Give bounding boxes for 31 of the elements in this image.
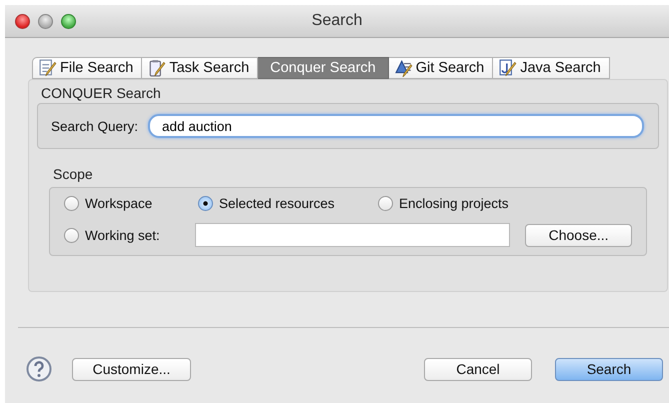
help-icon[interactable]	[26, 356, 52, 382]
radio-option[interactable]: Working set:	[64, 228, 198, 242]
zoom-button[interactable]	[61, 14, 76, 28]
radio-option[interactable]: Enclosing projects	[378, 196, 509, 211]
triangle-pencil-icon	[394, 59, 413, 77]
choose-button[interactable]: Choose...	[525, 224, 632, 246]
clipboard-pencil-icon	[148, 59, 166, 77]
document-pencil-icon	[39, 59, 57, 77]
window-title: Search	[312, 12, 362, 30]
radio-button[interactable]	[64, 196, 79, 211]
customize-button[interactable]: Customize...	[72, 358, 191, 380]
radio-option[interactable]: Workspace	[64, 196, 198, 211]
radio-button[interactable]	[64, 228, 79, 242]
section-heading: CONQUER Search	[40, 84, 162, 103]
radio-option[interactable]: Selected resources	[198, 196, 378, 211]
scope-heading: Scope	[52, 165, 94, 184]
search-query-field[interactable]: add auction	[148, 114, 644, 138]
working-set-field[interactable]	[194, 223, 510, 247]
document-pencil-icon	[499, 59, 518, 77]
tab[interactable]: Task Search	[142, 57, 258, 79]
tab[interactable]: Git Search	[388, 57, 494, 79]
radio-button[interactable]	[198, 196, 213, 211]
tab[interactable]: Java Search	[493, 57, 610, 79]
minimize-button[interactable]	[38, 14, 53, 28]
query-label: Search Query:	[51, 118, 138, 134]
radio-button[interactable]	[378, 196, 393, 211]
cancel-button[interactable]: Cancel	[424, 358, 532, 380]
tab[interactable]: Conquer Search	[258, 57, 389, 79]
close-button[interactable]	[15, 14, 30, 28]
tab[interactable]: File Search	[32, 57, 142, 79]
search-button[interactable]: Search	[555, 358, 663, 380]
